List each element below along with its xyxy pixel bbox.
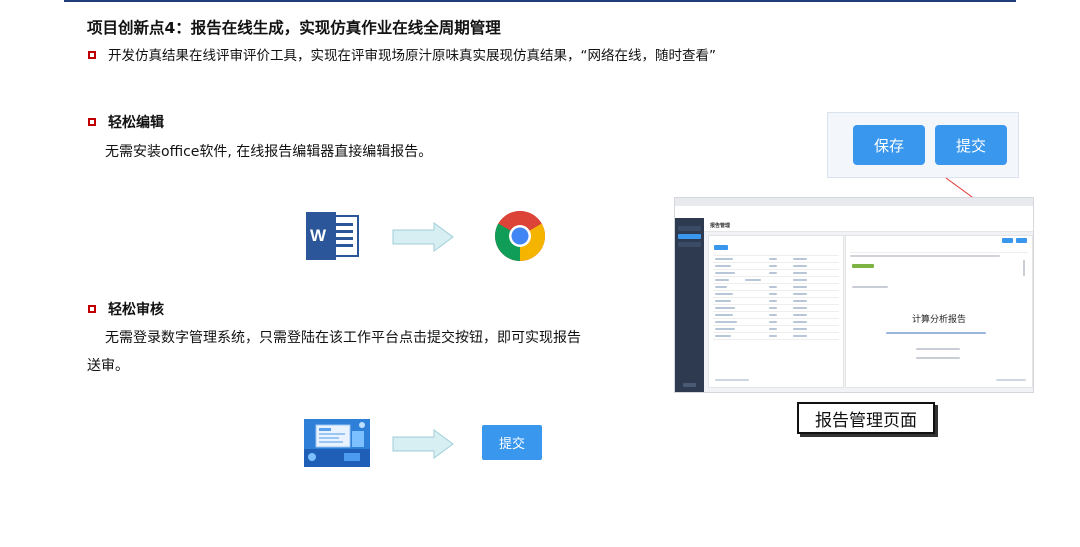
screenshot-doc-title: 计算分析报告 xyxy=(911,315,966,325)
word-letter: W xyxy=(310,226,327,245)
mini-save-button xyxy=(1002,238,1013,243)
intro-text: 开发仿真结果在线评审评价工具，实现在评审现场原汁原味真实展现仿真结果，“网络在线… xyxy=(108,48,716,64)
bullet-icon xyxy=(88,51,96,59)
word-icon: W xyxy=(304,212,360,260)
section-heading-review: 轻松审核 xyxy=(88,299,164,319)
sidebar xyxy=(675,218,704,392)
chrome-icon xyxy=(495,211,545,261)
report-management-screenshot: 报告管理 计算分析报告 xyxy=(674,197,1034,393)
top-rule xyxy=(64,0,1016,2)
section-desc-review-line2: 送审。 xyxy=(87,358,129,374)
bullet-icon xyxy=(88,305,96,313)
section-title: 轻松审核 xyxy=(108,302,164,318)
submit-button-sample[interactable]: 提交 xyxy=(482,425,542,460)
section-title: 轻松编辑 xyxy=(108,115,164,131)
section-desc-review-line1: 无需登录数字管理系统，只需登陆在该工作平台点击提交按钮，即可实现报告 xyxy=(105,330,581,346)
sidebar-item xyxy=(678,226,701,231)
screenshot-page-title: 报告管理 xyxy=(704,218,1033,232)
add-button xyxy=(714,245,728,250)
report-list-panel xyxy=(708,235,844,388)
editor-scrollbar xyxy=(1023,260,1025,276)
section-desc-edit: 无需安装office软件, 在线报告编辑器直接编辑报告。 xyxy=(105,144,433,160)
report-editor-panel: 计算分析报告 xyxy=(845,235,1033,388)
submit-button[interactable]: 提交 xyxy=(935,125,1007,165)
sidebar-item-active xyxy=(678,234,701,239)
sidebar-bottom-button xyxy=(683,383,696,387)
bullet-icon xyxy=(88,118,96,126)
arrow-right-icon xyxy=(392,222,454,252)
intro-line: 开发仿真结果在线评审评价工具，实现在评审现场原汁原味真实展现仿真结果，“网络在线… xyxy=(88,44,716,64)
save-button[interactable]: 保存 xyxy=(853,125,925,165)
screenshot-caption: 报告管理页面 xyxy=(797,402,935,434)
section-heading-edit: 轻松编辑 xyxy=(88,112,164,132)
arrow-right-icon xyxy=(392,429,454,459)
sidebar-item xyxy=(678,242,701,247)
mini-submit-button xyxy=(1016,238,1027,243)
page-title: 项目创新点4：报告在线生成，实现仿真作业在线全周期管理 xyxy=(87,19,501,37)
workplatform-illustration-icon xyxy=(304,419,370,467)
